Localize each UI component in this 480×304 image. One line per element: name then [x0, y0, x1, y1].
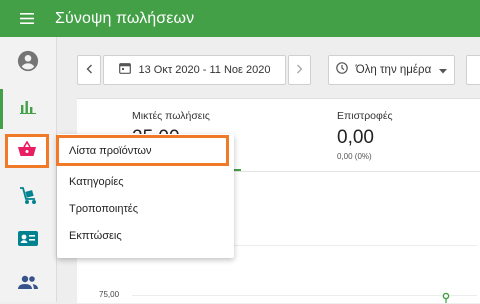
sidebar [0, 37, 57, 302]
sidebar-item-account[interactable] [0, 43, 56, 83]
time-filter-dropdown[interactable]: Όλη την ημέρα [328, 55, 455, 85]
chevron-down-icon [439, 61, 448, 79]
sidebar-item-employees[interactable] [0, 264, 56, 304]
y-axis-tick-label: 75,00 [99, 290, 120, 299]
app-bar: Σύνοψη πωλήσεων [0, 0, 480, 37]
dolly-icon [18, 186, 38, 210]
chevron-left-icon [86, 61, 93, 79]
extra-filter-button[interactable] [466, 55, 480, 85]
menu-item-modifiers[interactable]: Τροποποιητές [57, 195, 234, 223]
date-range-label: 13 Οκτ 2020 - 11 Νοε 2020 [138, 64, 271, 76]
menu-icon[interactable] [18, 10, 36, 28]
sidebar-item-items[interactable] [5, 134, 49, 168]
refunds-value: 0,00 [337, 127, 374, 148]
account-circle-icon [17, 50, 39, 77]
sidebar-item-reports[interactable] [0, 89, 56, 129]
id-card-icon [18, 231, 38, 251]
previous-period-button[interactable] [77, 55, 101, 85]
next-period-button[interactable] [288, 55, 311, 85]
bar-chart-icon [20, 100, 36, 119]
items-submenu: Λίστα προϊόντων Κατηγορίες Τροποποιητές … [56, 134, 234, 258]
menu-item-label: Τροποποιητές [69, 203, 138, 215]
sidebar-item-customers[interactable] [0, 221, 56, 261]
date-range-button[interactable]: 13 Οκτ 2020 - 11 Νοε 2020 [103, 55, 286, 85]
sidebar-item-inventory[interactable] [0, 178, 56, 218]
gross-sales-label: Μικτές πωλήσεις [132, 110, 210, 122]
chevron-right-icon [296, 61, 303, 79]
calendar-icon [118, 61, 131, 79]
menu-item-label: Κατηγορίες [69, 176, 124, 188]
clock-icon [335, 61, 348, 79]
menu-item-label: Εκπτώσεις [69, 230, 122, 242]
menu-item-discounts[interactable]: Εκπτώσεις [57, 222, 234, 250]
basket-icon [17, 139, 37, 162]
chart-data-point [442, 292, 450, 303]
chart-gridline [132, 295, 477, 296]
page-title: Σύνοψη πωλήσεων [55, 9, 195, 27]
highlight-box [56, 135, 229, 166]
refunds-change: 0,00 (0%) [337, 152, 372, 161]
time-filter-label: Όλη την ημέρα [355, 64, 432, 76]
menu-item-categories[interactable]: Κατηγορίες [57, 168, 234, 196]
people-icon [18, 275, 38, 294]
refunds-label: Επιστροφές [337, 110, 393, 122]
